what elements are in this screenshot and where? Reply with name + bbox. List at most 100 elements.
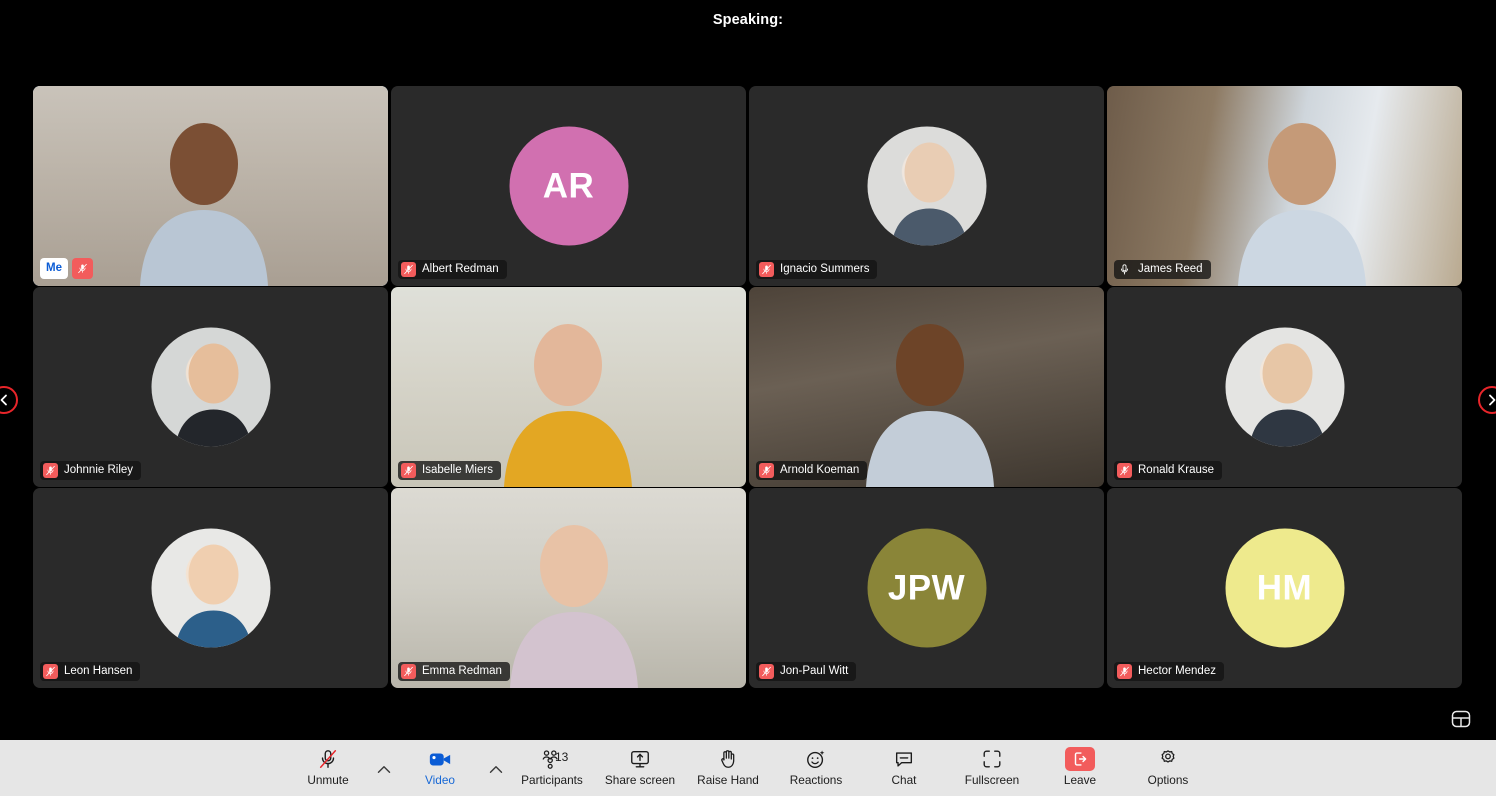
person-silhouette [1249, 343, 1325, 447]
fullscreen-icon [983, 750, 1001, 768]
self-nameplate: Me [40, 258, 93, 279]
microphone-muted-icon [78, 263, 87, 274]
video-options-caret[interactable] [484, 740, 508, 796]
toolbar-video-button[interactable]: Video [396, 740, 484, 796]
layout-view-button[interactable] [1448, 706, 1474, 732]
toolbar-reactions-button[interactable]: Reactions [772, 740, 860, 796]
participant-name: Ignacio Summers [780, 262, 870, 275]
person-silhouette [510, 525, 638, 688]
chevron-right-icon [1489, 394, 1496, 406]
toolbar-chat-button[interactable]: Chat [860, 740, 948, 796]
share-screen-icon [631, 750, 649, 768]
leave-icon-box [1065, 747, 1095, 771]
person-silhouette [175, 544, 251, 648]
participant-name: Ronald Krause [1138, 463, 1215, 476]
participant-nameplate: Ignacio Summers [756, 260, 878, 279]
chevron-left-icon [0, 394, 7, 406]
participant-tile[interactable]: AR Albert Redman [391, 86, 746, 286]
microphone-muted-icon [404, 666, 413, 677]
mic-status-badge [401, 664, 416, 679]
avatar-initials: JPW [867, 528, 986, 648]
reactions-icon [807, 750, 825, 768]
mic-status-badge [43, 463, 58, 478]
participant-tile[interactable]: Arnold Koeman [749, 287, 1104, 487]
next-page-button[interactable] [1478, 386, 1496, 414]
mic-status-badge [759, 262, 774, 277]
avatar-initials: HM [1225, 528, 1344, 648]
toolbar-options-label: Options [1147, 773, 1189, 787]
toolbar-audio-button[interactable]: Unmute [284, 740, 372, 796]
participant-video [1107, 86, 1462, 286]
microphone-muted-icon [762, 666, 771, 677]
participant-name: Arnold Koeman [780, 463, 860, 476]
camera-icon [428, 747, 452, 771]
microphone-muted-icon [1120, 465, 1129, 476]
mic-status-badge [1117, 262, 1132, 277]
raise-hand-icon [717, 747, 739, 771]
participants-icon: 13 [529, 747, 575, 771]
leave-icon [1074, 752, 1087, 766]
participant-tile[interactable]: Leon Hansen [33, 488, 388, 688]
participant-nameplate: James Reed [1114, 260, 1211, 279]
mic-status-badge [1117, 463, 1132, 478]
participant-nameplate: Arnold Koeman [756, 461, 868, 480]
participant-tile[interactable]: Ronald Krause [1107, 287, 1462, 487]
participant-name: Johnnie Riley [64, 463, 134, 476]
participant-nameplate: Emma Redman [398, 662, 510, 681]
microphone-muted-icon [404, 465, 413, 476]
video-stage: Me AR Albert Redman Ignacio Summers James Re… [0, 40, 1496, 740]
toolbar-fullscreen-button[interactable]: Fullscreen [948, 740, 1036, 796]
toolbar-options-button[interactable]: Options [1124, 740, 1212, 796]
participant-tile[interactable]: Me [33, 86, 388, 286]
participant-tile[interactable]: JPW Jon-Paul Witt [749, 488, 1104, 688]
participant-tile[interactable]: Johnnie Riley [33, 287, 388, 487]
person-silhouette [504, 324, 632, 487]
participant-video [391, 287, 746, 487]
participant-tile[interactable]: Ignacio Summers [749, 86, 1104, 286]
toolbar-fullscreen-label: Fullscreen [964, 773, 1020, 787]
participant-name: Emma Redman [422, 664, 502, 677]
participant-video [749, 287, 1104, 487]
toolbar-raisehand-label: Raise Hand [697, 773, 759, 787]
toolbar-audio-label: Unmute [307, 773, 349, 787]
participant-tile[interactable]: James Reed [1107, 86, 1462, 286]
toolbar-raisehand-button[interactable]: Raise Hand [684, 740, 772, 796]
layout-view-icon [1451, 710, 1471, 728]
participant-name: James Reed [1138, 262, 1203, 275]
microphone-muted-icon [1120, 666, 1129, 677]
participant-tile[interactable]: HM Hector Mendez [1107, 488, 1462, 688]
person-silhouette [175, 343, 251, 447]
toolbar-share-label: Share screen [604, 773, 676, 787]
toolbar-video-label: Video [425, 773, 455, 787]
toolbar-leave-label: Leave [1063, 773, 1097, 787]
camera-icon [429, 753, 451, 766]
toolbar-participants-button[interactable]: 13 Participants [508, 740, 596, 796]
participant-tile[interactable]: Isabelle Miers [391, 287, 746, 487]
participant-nameplate: Hector Mendez [1114, 662, 1224, 681]
participant-video [391, 488, 746, 688]
toolbar-share-button[interactable]: Share screen [596, 740, 684, 796]
microphone-muted-icon [762, 465, 771, 476]
participant-count: 13 [555, 750, 569, 764]
toolbar-leave-button[interactable]: Leave [1036, 740, 1124, 796]
microphone-muted-icon [404, 264, 413, 275]
audio-options-caret[interactable] [372, 740, 396, 796]
previous-page-button[interactable] [0, 386, 18, 414]
participant-tile[interactable]: Emma Redman [391, 488, 746, 688]
gear-icon [1161, 750, 1175, 763]
chevron-up-icon [489, 766, 503, 773]
participant-video [33, 86, 388, 286]
avatar-photo [1225, 327, 1344, 447]
microphone-muted-icon [46, 666, 55, 677]
participant-name: Leon Hansen [64, 664, 133, 677]
toolbar-chat-label: Chat [891, 773, 917, 787]
participant-nameplate: Leon Hansen [40, 662, 141, 681]
chevron-up-icon [377, 766, 391, 773]
person-silhouette [1238, 123, 1366, 286]
participant-name: Isabelle Miers [422, 463, 493, 476]
participant-nameplate: Jon-Paul Witt [756, 662, 857, 681]
toolbar-reactions-label: Reactions [789, 773, 843, 787]
chat-icon [895, 752, 913, 767]
raise-hand-icon [721, 750, 735, 768]
me-label: Me [40, 258, 68, 279]
